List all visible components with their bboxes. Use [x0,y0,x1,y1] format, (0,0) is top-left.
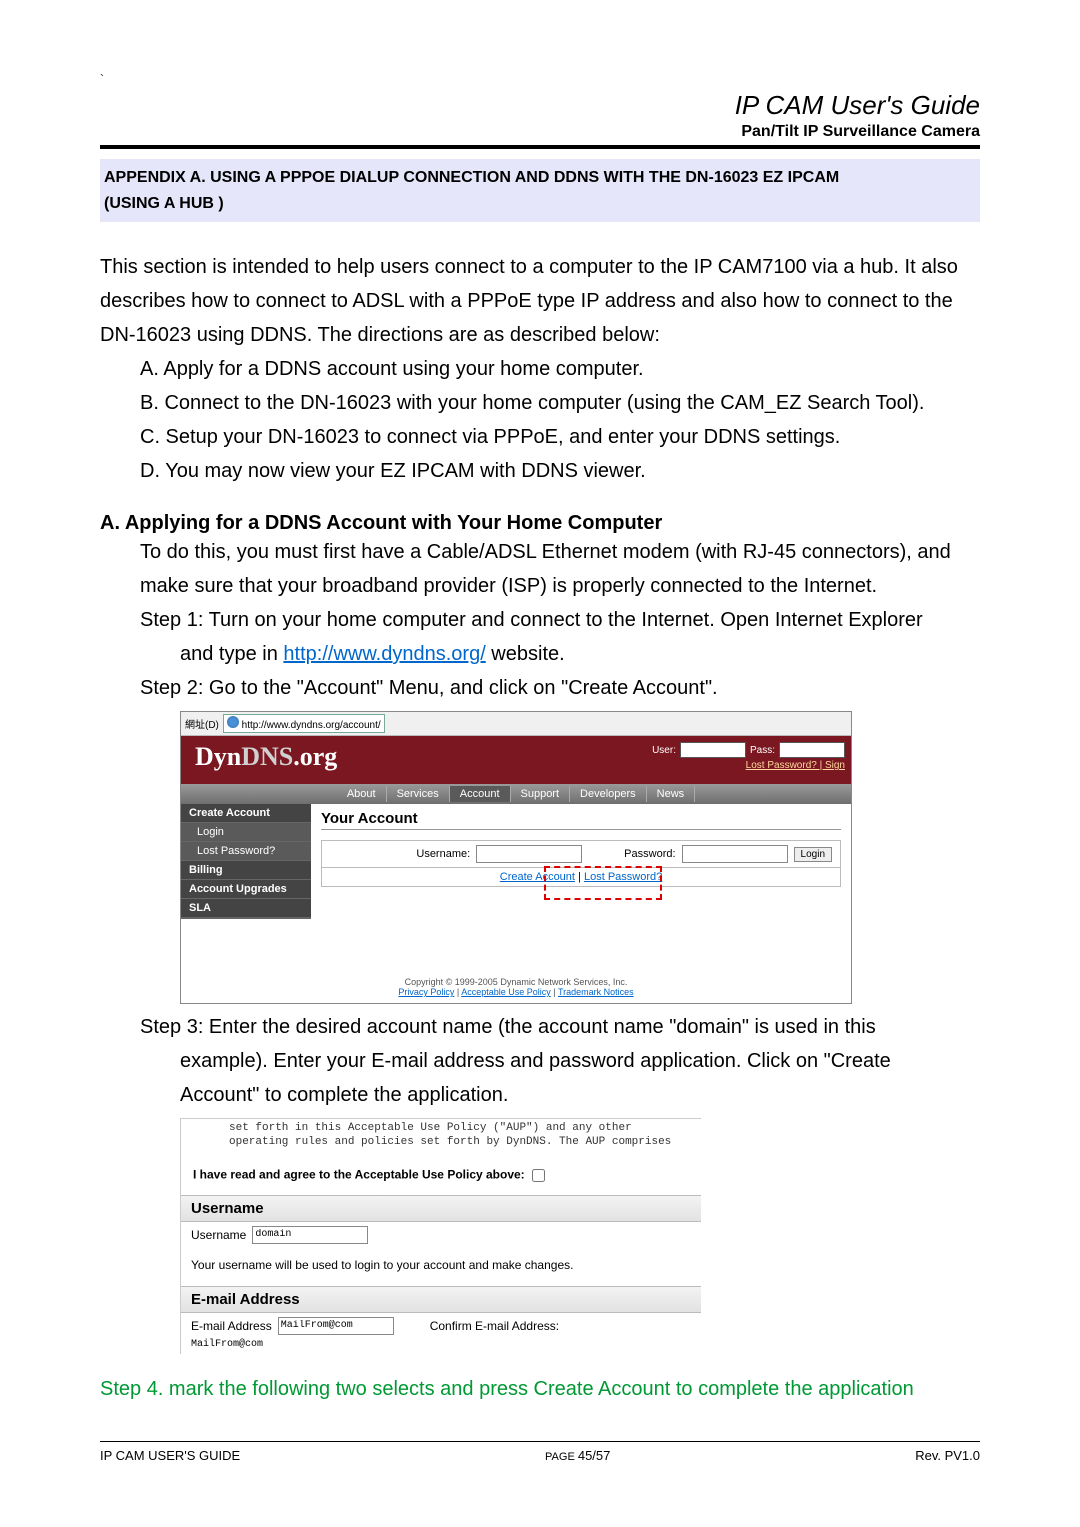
sidebar-lost-password[interactable]: Lost Password? [181,842,311,861]
step1-suffix: website. [486,643,565,665]
top-step-b: B. Connect to the DN-16023 with your hom… [140,386,980,420]
intro-paragraph: This section is intended to help users c… [100,250,980,352]
sidebar-billing[interactable]: Billing [181,861,311,880]
aup-line1: set forth in this Acceptable Use Policy … [229,1122,632,1134]
screenshot-create-form: set forth in this Acceptable Use Policy … [180,1118,701,1354]
email-section-head: E-mail Address [181,1286,701,1313]
top-step-c: C. Setup your DN-16023 to connect via PP… [140,420,980,454]
section-a-p1: To do this, you must first have a Cable/… [140,535,980,603]
trademark-link[interactable]: Trademark Notices [558,987,634,997]
step2-text: Step 2: Go to the "Account" Menu, and cl… [140,671,980,705]
section-a-heading: A. Applying for a DDNS Account with Your… [100,512,980,535]
header-user-label: User: [652,745,676,756]
nav-account[interactable]: Account [450,786,511,802]
step1-prefix: and type in [180,643,283,665]
step1-line2: and type in http://www.dyndns.org/ websi… [180,637,980,671]
header-pass-input[interactable] [779,742,845,758]
username-label: Username [191,1228,246,1242]
username-section-head: Username [181,1195,701,1222]
aup-text: set forth in this Acceptable Use Policy … [181,1119,701,1154]
stray-backtick: ` [100,72,104,86]
globe-icon [227,716,239,728]
main-panel: Your Account Username: Password: Login C… [311,804,851,959]
doc-title: IP CAM User's Guide [100,90,980,121]
confirm-email-value: MailFrom@com [181,1339,701,1354]
top-step-a: A. Apply for a DDNS account using your h… [140,352,980,386]
logo-dns: DNS [241,742,293,771]
email-input[interactable] [278,1317,394,1335]
page-footer: IP CAM USER'S GUIDE PAGE 45/57 Rev. PV1.… [100,1441,980,1463]
screenshot-dyndns: 網址(D) http://www.dyndns.org/account/ Dyn… [180,711,852,1004]
agree-checkbox[interactable] [532,1169,545,1182]
step3-line2: example). Enter your E-mail address and … [180,1044,980,1078]
login-password-input[interactable] [682,845,788,863]
header-login: User: Pass: Lost Password? | Sign [652,742,845,771]
your-account-heading: Your Account [321,810,841,830]
step4-text: Step 4. mark the following two selects a… [100,1378,980,1401]
dyndns-link[interactable]: http://www.dyndns.org/ [283,643,485,665]
footer-left: IP CAM USER'S GUIDE [100,1448,240,1463]
nav-services[interactable]: Services [387,786,450,802]
sidebar-create-account[interactable]: Create Account [181,804,311,823]
footer-right: Rev. PV1.0 [915,1448,980,1463]
footer-page-label: PAGE [545,1451,578,1463]
login-row: Username: Password: Login [321,840,841,868]
login-button[interactable]: Login [794,847,832,862]
dyndns-logo-bar: DynDNS.org User: Pass: Lost Password? | … [181,736,851,784]
footer-page-num: 45/57 [578,1448,611,1463]
login-username-input[interactable] [476,845,582,863]
dyndns-logo: DynDNS.org [181,736,351,778]
browser-address-bar: 網址(D) http://www.dyndns.org/account/ [181,712,851,736]
confirm-email-label: Confirm E-mail Address: [430,1319,559,1333]
login-password-label: Password: [624,848,675,860]
addr-label: 網址(D) [185,716,219,731]
appendix-line1: APPENDIX A. USING A PPPOE DIALUP CONNECT… [104,169,839,186]
logo-org: .org [293,742,337,771]
footer-center: PAGE 45/57 [545,1448,610,1463]
links-row: Create Account | Lost Password? [321,868,841,887]
step3-line3: Account" to complete the application. [180,1078,980,1112]
nav-about[interactable]: About [337,786,387,802]
main-nav: AboutServicesAccountSupportDevelopersNew… [181,784,851,804]
lost-password-link[interactable]: Lost Password? [584,871,662,883]
logo-dyn: Dyn [195,742,241,771]
sidebar-login[interactable]: Login [181,823,311,842]
username-input[interactable] [252,1226,368,1244]
nav-news[interactable]: News [647,786,696,802]
url-box[interactable]: http://www.dyndns.org/account/ [223,714,385,733]
nav-developers[interactable]: Developers [570,786,647,802]
copyright-text: Copyright © 1999-2005 Dynamic Network Se… [405,977,628,987]
appendix-line2: (USING A HUB ) [104,195,224,212]
email-label: E-mail Address [191,1319,272,1333]
shot1-footer: Copyright © 1999-2005 Dynamic Network Se… [181,959,851,1003]
agree-row: I have read and agree to the Acceptable … [181,1154,701,1195]
sidebar-sla[interactable]: SLA [181,899,311,918]
username-row: Username [181,1222,701,1248]
agree-label: I have read and agree to the Acceptable … [193,1167,525,1181]
header-pass-label: Pass: [750,745,775,756]
top-step-d: D. You may now view your EZ IPCAM with D… [140,454,980,488]
appendix-heading: APPENDIX A. USING A PPPOE DIALUP CONNECT… [100,159,980,222]
header-user-input[interactable] [680,742,746,758]
aup-line2: operating rules and policies set forth b… [229,1136,671,1148]
doc-subtitle: Pan/Tilt IP Surveillance Camera [100,123,980,141]
privacy-link[interactable]: Privacy Policy [398,987,454,997]
links-sep: | [575,871,584,883]
login-username-label: Username: [416,848,470,860]
email-row: E-mail Address Confirm E-mail Address: [181,1313,701,1339]
step3-line1: Step 3: Enter the desired account name (… [140,1010,980,1044]
url-text: http://www.dyndns.org/account/ [242,720,381,731]
sidebar-account-upgrades[interactable]: Account Upgrades [181,880,311,899]
username-hint: Your username will be used to login to y… [181,1248,701,1286]
nav-support[interactable]: Support [511,786,571,802]
header-lost-sign[interactable]: Lost Password? | Sign [652,760,845,771]
aup-link[interactable]: Acceptable Use Policy [461,987,551,997]
create-account-link[interactable]: Create Account [500,871,575,883]
page-header: IP CAM User's Guide Pan/Tilt IP Surveill… [100,90,980,149]
step1-line1: Step 1: Turn on your home computer and c… [140,603,980,637]
sidebar: Create Account Login Lost Password? Bill… [181,804,311,959]
